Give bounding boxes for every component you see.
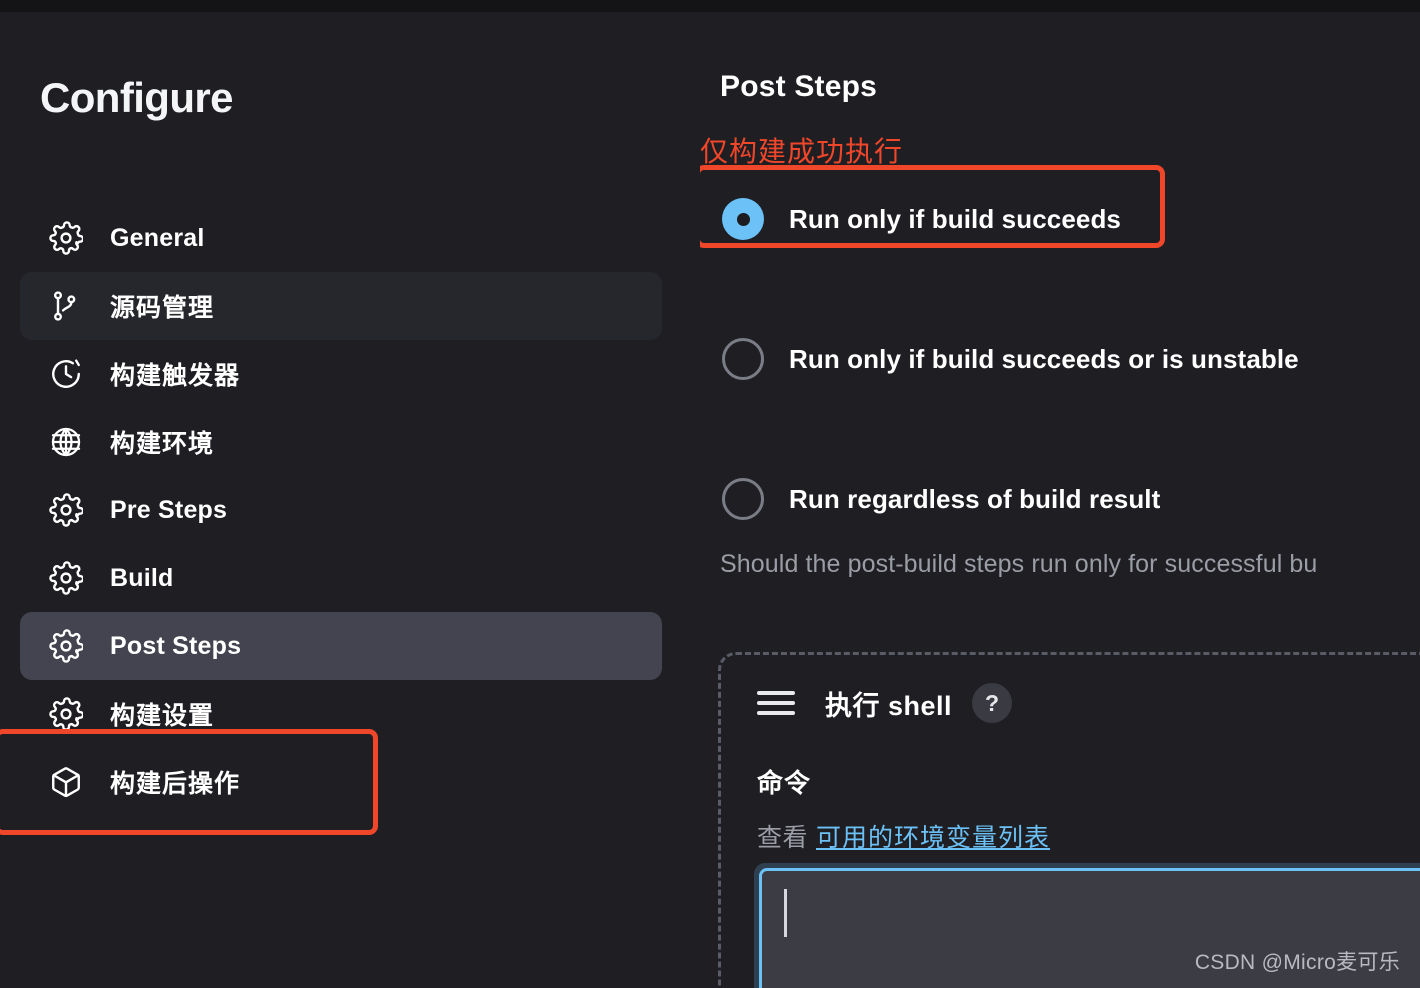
run-condition-radio-group: Run only if build succeeds Run only if b… xyxy=(700,182,1420,536)
build-step-header: 执行 shell ? xyxy=(757,683,1013,723)
watermark: CSDN @Micro麦可乐 xyxy=(1194,951,1400,974)
sidebar-item-label: 源码管理 xyxy=(110,294,215,322)
text-caret xyxy=(784,889,787,937)
sidebar-item-build-triggers[interactable]: 构建触发器 xyxy=(20,340,662,408)
sidebar-item-label: Build xyxy=(110,563,174,592)
sidebar-item-label: Post Steps xyxy=(110,631,242,660)
gear-icon xyxy=(46,218,86,258)
page-title: Configure xyxy=(40,74,234,121)
annotation-note: 仅构建成功执行 xyxy=(700,136,904,167)
radio-unselected-icon[interactable] xyxy=(722,338,764,380)
window-top-strip xyxy=(0,0,1420,12)
sidebar-item-label: 构建设置 xyxy=(110,702,215,730)
sidebar-item-build-settings[interactable]: 构建设置 xyxy=(20,680,662,748)
sidebar-item-build[interactable]: Build xyxy=(20,544,662,612)
radio-unselected-icon[interactable] xyxy=(722,478,764,520)
run-condition-description: Should the post-build steps run only for… xyxy=(720,550,1318,578)
gear-icon xyxy=(46,490,86,530)
sidebar-item-label: General xyxy=(110,223,205,252)
sidebar-nav-list: General 源码管理 构建触发器 构建环境 Pre Steps Build … xyxy=(0,204,700,816)
sidebar-item-build-environment[interactable]: 构建环境 xyxy=(20,408,662,476)
sidebar-item-label: 构建触发器 xyxy=(110,362,241,390)
radio-option-label: Run only if build succeeds xyxy=(789,203,1121,234)
app-window: Configure General 源码管理 构建触发器 构建环境 Pre St… xyxy=(0,0,1420,988)
radio-option-label: Run only if build succeeds or is unstabl… xyxy=(789,343,1299,374)
radio-option-run-if-succeeds[interactable]: Run only if build succeeds xyxy=(700,182,1420,256)
clock-icon xyxy=(46,354,86,394)
help-icon[interactable]: ? xyxy=(972,683,1013,723)
radio-selected-icon[interactable] xyxy=(722,198,764,240)
package-icon xyxy=(46,762,86,802)
env-hint-prefix: 查看 xyxy=(757,824,809,852)
radio-option-label: Run regardless of build result xyxy=(789,483,1161,514)
radio-option-run-if-succeeds-or-unstable[interactable]: Run only if build succeeds or is unstabl… xyxy=(700,322,1420,396)
sidebar-item-label: 构建后操作 xyxy=(110,770,241,798)
panel-title: Post Steps xyxy=(720,70,878,103)
gear-icon xyxy=(46,558,86,598)
sidebar-item-pre-steps[interactable]: Pre Steps xyxy=(20,476,662,544)
drag-handle-icon[interactable] xyxy=(757,688,795,718)
env-variables-link[interactable]: 可用的环境变量列表 xyxy=(816,824,1050,852)
env-variables-hint: 查看 可用的环境变量列表 xyxy=(757,818,1050,854)
sidebar-item-post-build-actions[interactable]: 构建后操作 xyxy=(20,748,662,816)
gear-icon xyxy=(46,694,86,734)
post-steps-panel: Post Steps 仅构建成功执行 Run only if build suc… xyxy=(700,12,1420,988)
gear-icon xyxy=(46,626,86,666)
sidebar-item-source-code-management[interactable]: 源码管理 xyxy=(20,272,662,340)
branch-icon xyxy=(46,286,86,326)
globe-icon xyxy=(46,422,86,462)
sidebar-item-general[interactable]: General xyxy=(20,204,662,272)
sidebar-item-label: Pre Steps xyxy=(110,495,228,524)
build-step-card: 执行 shell ? 命令 查看 可用的环境变量列表 xyxy=(718,652,1420,988)
radio-option-run-regardless[interactable]: Run regardless of build result xyxy=(700,462,1420,536)
sidebar-item-post-steps[interactable]: Post Steps xyxy=(20,612,662,680)
sidebar-item-label: 构建环境 xyxy=(110,430,215,458)
build-step-title: 执行 shell xyxy=(825,690,953,721)
configure-sidebar: Configure General 源码管理 构建触发器 构建环境 Pre St… xyxy=(0,12,700,988)
command-field-label: 命令 xyxy=(757,768,812,798)
